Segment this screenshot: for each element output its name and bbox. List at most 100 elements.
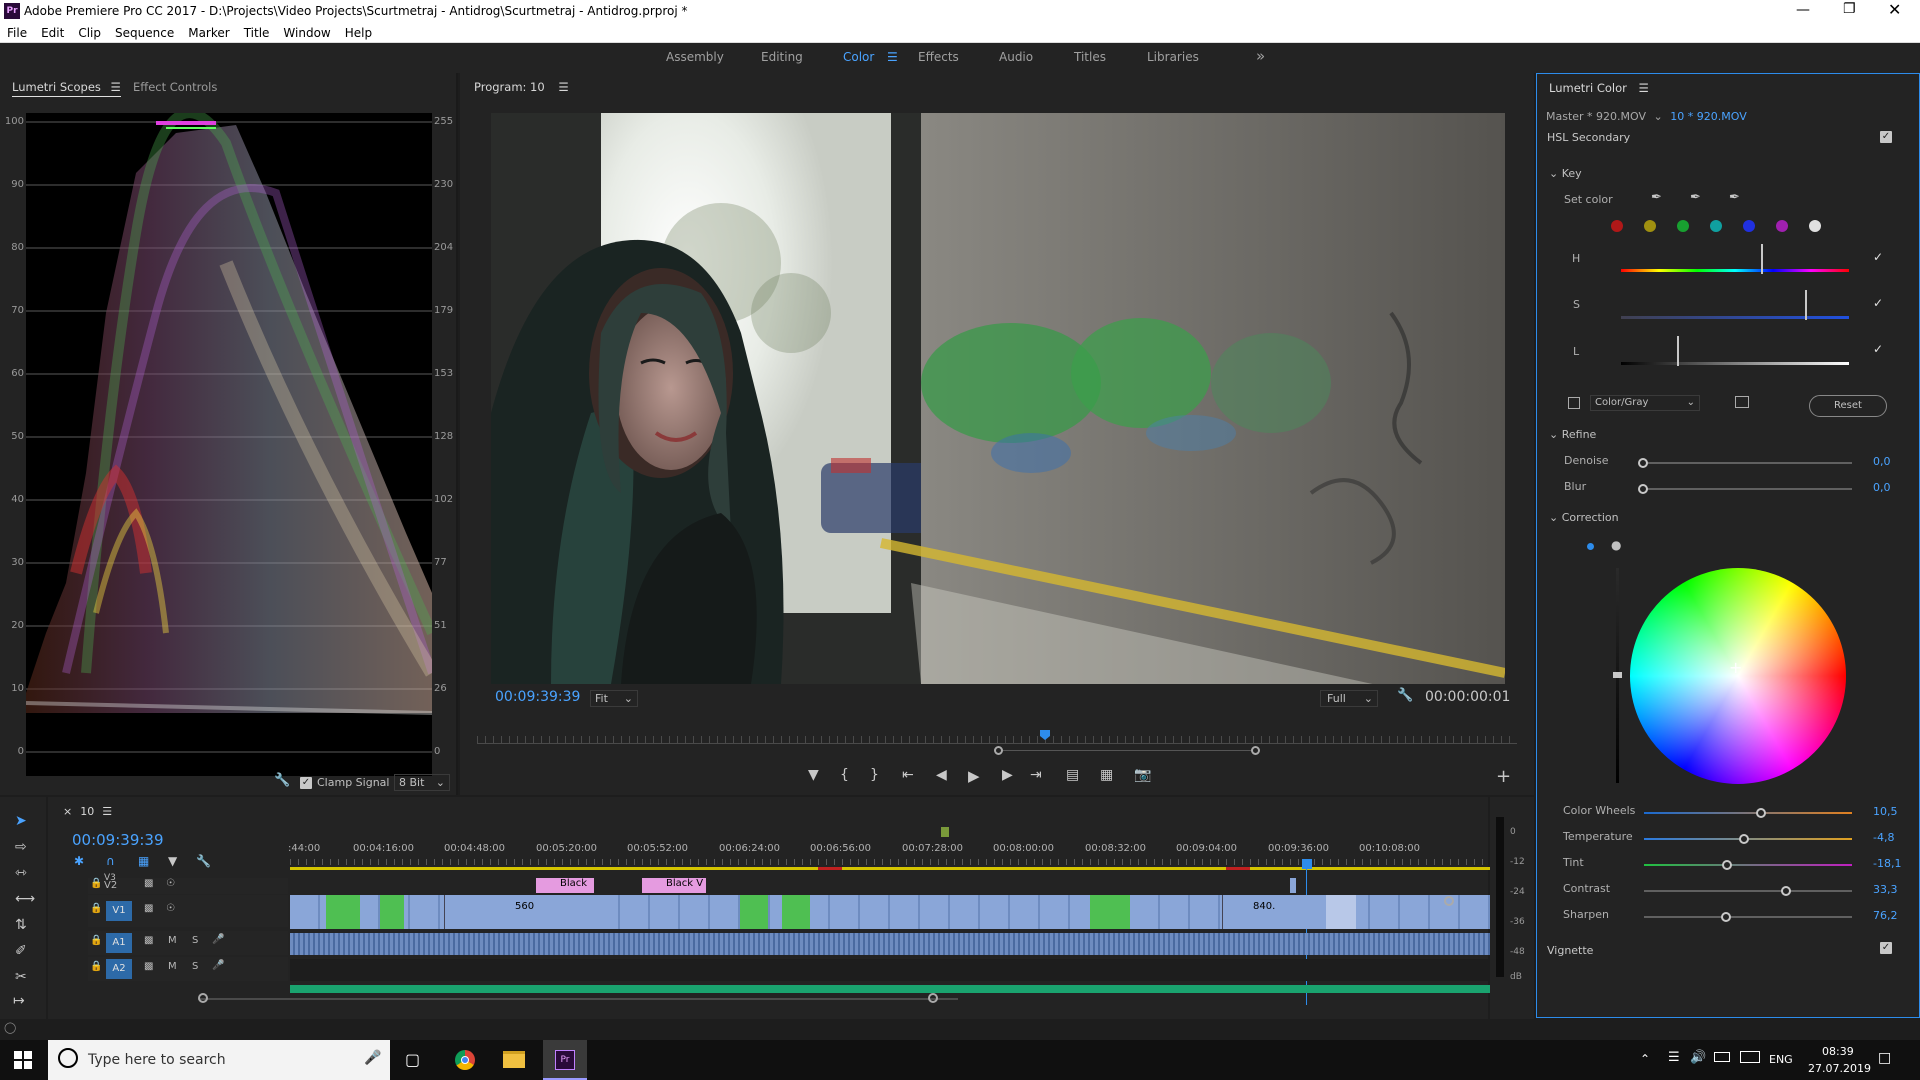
- close-tab-icon[interactable]: ×: [63, 805, 72, 818]
- color-gray-dropdown[interactable]: Color/Gray ⌄: [1590, 395, 1700, 411]
- blur-knob[interactable]: [1638, 484, 1648, 494]
- add-marker-icon[interactable]: ▼: [808, 767, 819, 783]
- luminance-range-handle[interactable]: [1677, 336, 1689, 366]
- language-indicator[interactable]: ENG: [1769, 1053, 1793, 1066]
- reset-button[interactable]: Reset: [1809, 395, 1887, 417]
- add-button-icon[interactable]: +: [1496, 766, 1511, 787]
- temperature-value[interactable]: -4,8: [1873, 831, 1894, 844]
- snap-icon[interactable]: ∩: [106, 854, 115, 868]
- film-icon[interactable]: ▩: [144, 935, 153, 946]
- premiere-taskbar-icon[interactable]: Pr: [543, 1040, 587, 1080]
- tint-knob[interactable]: [1722, 860, 1732, 870]
- track-a2-target[interactable]: A2: [106, 959, 132, 979]
- lock-icon[interactable]: 🔒: [90, 961, 102, 972]
- zoom-fit-dropdown[interactable]: Fit ⌄: [590, 690, 638, 707]
- clock-time[interactable]: 08:39: [1822, 1045, 1854, 1058]
- playback-resolution-dropdown[interactable]: Full ⌄: [1320, 690, 1378, 707]
- menu-help[interactable]: Help: [338, 22, 379, 42]
- workspace-libraries[interactable]: Libraries: [1147, 50, 1199, 64]
- eye-icon[interactable]: ☉: [166, 878, 175, 889]
- slip-tool-icon[interactable]: ⇅: [15, 917, 27, 933]
- selection-tool-icon[interactable]: ➤: [15, 813, 27, 829]
- menu-marker[interactable]: Marker: [181, 22, 236, 42]
- clip-green-5[interactable]: [1090, 895, 1130, 929]
- invert-mask-icon[interactable]: [1735, 396, 1749, 408]
- lock-icon[interactable]: 🔒: [90, 878, 102, 889]
- track-a1-target[interactable]: A1: [106, 933, 132, 953]
- track-select-tool-icon[interactable]: ⇨: [15, 839, 27, 855]
- contrast-slider[interactable]: [1644, 890, 1852, 892]
- sharpen-knob[interactable]: [1721, 912, 1731, 922]
- vignette-header[interactable]: Vignette: [1547, 944, 1593, 957]
- tab-effect-controls[interactable]: Effect Controls: [133, 80, 217, 94]
- tint-slider[interactable]: [1644, 864, 1852, 866]
- program-timecode[interactable]: 00:09:39:39: [495, 689, 580, 705]
- tab-lumetri-scopes[interactable]: Lumetri Scopes ☰: [12, 80, 121, 97]
- menu-window[interactable]: Window: [276, 22, 337, 42]
- denoise-slider[interactable]: [1642, 462, 1852, 464]
- track-v1-target[interactable]: V1: [106, 901, 132, 921]
- color-gray-checkbox[interactable]: [1568, 397, 1580, 409]
- close-button[interactable]: ✕: [1888, 0, 1901, 19]
- blur-value[interactable]: 0,0: [1873, 481, 1891, 494]
- luma-slider-handle[interactable]: [1613, 672, 1622, 678]
- file-explorer-icon[interactable]: [503, 1051, 525, 1068]
- clamp-signal-checkbox[interactable]: ✓: [300, 777, 312, 789]
- temperature-knob[interactable]: [1739, 834, 1749, 844]
- blur-slider[interactable]: [1642, 488, 1852, 490]
- contrast-value[interactable]: 33,3: [1873, 883, 1898, 896]
- menu-title[interactable]: Title: [237, 22, 277, 42]
- checkmark-icon[interactable]: ✓: [1873, 342, 1883, 356]
- clip-selected[interactable]: [1326, 895, 1356, 929]
- swatch-blue[interactable]: [1743, 220, 1755, 232]
- track-a2[interactable]: [290, 959, 1490, 981]
- export-frame-icon[interactable]: 📷: [1134, 767, 1151, 783]
- workspace-assembly[interactable]: Assembly: [666, 50, 724, 64]
- mark-out-icon[interactable]: }: [870, 767, 879, 783]
- clip-black-video-1[interactable]: Black: [536, 878, 594, 893]
- eyedropper-add-icon[interactable]: ✒: [1690, 190, 1701, 205]
- program-monitor-title[interactable]: Program: 10 ☰: [474, 80, 569, 94]
- solo-button[interactable]: S: [192, 961, 198, 972]
- track-music[interactable]: [290, 985, 1490, 993]
- lumetri-color-title[interactable]: Lumetri Color ☰: [1549, 81, 1649, 95]
- mute-button[interactable]: M: [168, 961, 177, 972]
- mark-in-icon[interactable]: {: [840, 767, 849, 783]
- clip-560[interactable]: 560: [444, 895, 596, 929]
- extract-icon[interactable]: ▦: [1100, 767, 1113, 783]
- refine-section-toggle[interactable]: ⌄ Refine: [1549, 428, 1596, 441]
- search-box[interactable]: Type here to search 🎤: [48, 1040, 390, 1080]
- film-icon[interactable]: ▩: [144, 903, 153, 914]
- track-v1[interactable]: 560 840.: [290, 895, 1490, 929]
- playhead-marker[interactable]: [1302, 859, 1312, 869]
- solo-button[interactable]: S: [192, 935, 198, 946]
- tray-chevron-icon[interactable]: ⌃: [1640, 1052, 1650, 1066]
- workspace-editing[interactable]: Editing: [761, 50, 803, 64]
- contrast-knob[interactable]: [1781, 886, 1791, 896]
- menu-sequence[interactable]: Sequence: [108, 22, 181, 42]
- ripple-edit-tool-icon[interactable]: ⇿: [15, 865, 27, 881]
- panel-menu-icon[interactable]: ☰: [1639, 81, 1649, 95]
- zoom-bar[interactable]: [1003, 750, 1251, 751]
- zoom-handle-left[interactable]: [994, 746, 1003, 755]
- in-point-marker[interactable]: [941, 827, 949, 837]
- go-to-out-icon[interactable]: ⇥: [1030, 767, 1042, 783]
- hsl-secondary-checkbox[interactable]: ✓: [1880, 131, 1892, 143]
- lock-icon[interactable]: 🔒: [90, 903, 102, 914]
- lock-icon[interactable]: 🔒: [90, 935, 102, 946]
- swatch-magenta[interactable]: [1776, 220, 1788, 232]
- microphone-icon[interactable]: 🎤: [212, 960, 224, 971]
- scroll-handle-left[interactable]: [198, 993, 208, 1003]
- maximize-button[interactable]: ❐: [1843, 1, 1856, 17]
- panel-menu-icon[interactable]: ☰: [111, 80, 121, 94]
- wrench-icon[interactable]: 🔧: [1397, 688, 1413, 703]
- eyedropper-icon[interactable]: ✒: [1651, 190, 1662, 205]
- sequence-tab[interactable]: × 10 ☰: [63, 805, 112, 818]
- step-back-icon[interactable]: ◀: [936, 767, 947, 783]
- zoom-tool-icon[interactable]: ↦: [13, 993, 25, 1009]
- nest-icon[interactable]: ✱: [74, 854, 84, 868]
- swatch-red[interactable]: [1611, 220, 1623, 232]
- wrench-icon[interactable]: 🔧: [274, 773, 290, 788]
- network-icon[interactable]: ☰: [1668, 1050, 1680, 1065]
- battery-icon[interactable]: [1714, 1052, 1730, 1062]
